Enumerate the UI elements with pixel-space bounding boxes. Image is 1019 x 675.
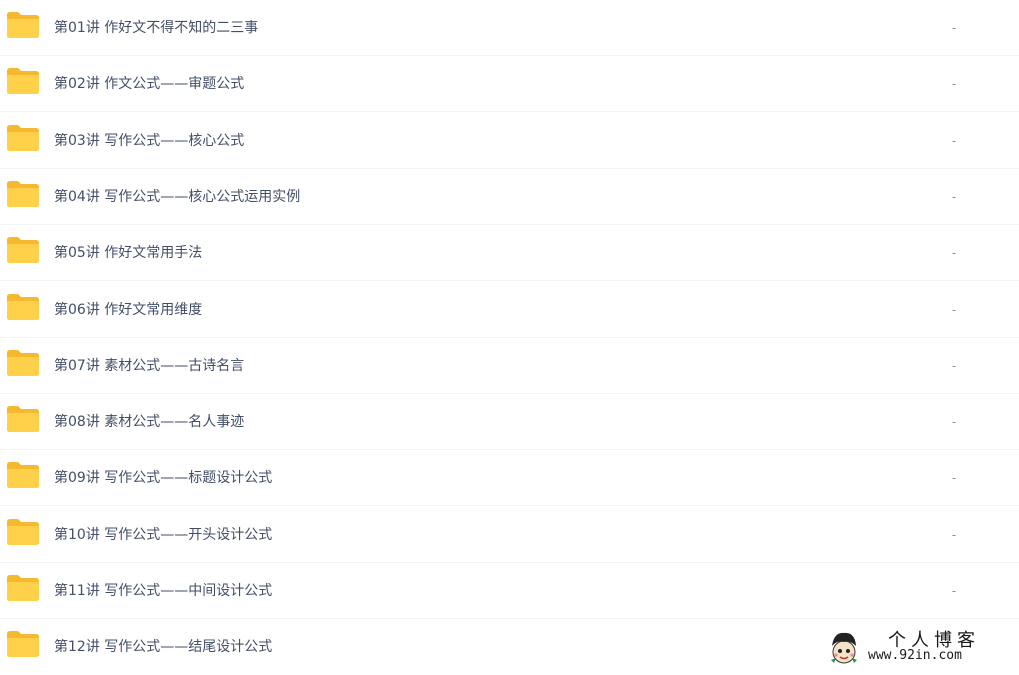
folder-icon xyxy=(7,68,39,94)
file-name[interactable]: 第02讲 作文公式——审题公式 xyxy=(54,56,244,112)
file-name[interactable]: 第01讲 作好文不得不知的二三事 xyxy=(54,0,258,56)
folder-icon xyxy=(7,631,39,657)
file-name[interactable]: 第09讲 写作公式——标题设计公式 xyxy=(54,450,272,506)
file-name[interactable]: 第08讲 素材公式——名人事迹 xyxy=(54,394,244,450)
mascot-icon xyxy=(828,630,860,664)
file-name[interactable]: 第10讲 写作公式——开头设计公式 xyxy=(54,507,272,563)
file-size: - xyxy=(951,528,957,542)
folder-icon xyxy=(7,294,39,320)
file-name[interactable]: 第06讲 作好文常用维度 xyxy=(54,282,202,338)
file-size: - xyxy=(951,21,957,35)
file-name[interactable]: 第05讲 作好文常用手法 xyxy=(54,225,202,281)
list-item[interactable]: 第07讲 素材公式——古诗名言 - xyxy=(0,338,1019,394)
list-item[interactable]: 第05讲 作好文常用手法 - xyxy=(0,225,1019,281)
file-name[interactable]: 第11讲 写作公式——中间设计公式 xyxy=(54,563,272,619)
file-size: - xyxy=(951,471,957,485)
list-item[interactable]: 第10讲 写作公式——开头设计公式 - xyxy=(0,507,1019,563)
file-name[interactable]: 第12讲 写作公式——结尾设计公式 xyxy=(54,619,272,675)
file-size: - xyxy=(951,359,957,373)
file-name[interactable]: 第07讲 素材公式——古诗名言 xyxy=(54,338,244,394)
folder-icon xyxy=(7,125,39,151)
file-size: - xyxy=(951,303,957,317)
list-item[interactable]: 第09讲 写作公式——标题设计公式 - xyxy=(0,450,1019,506)
folder-icon xyxy=(7,519,39,545)
file-name[interactable]: 第04讲 写作公式——核心公式运用实例 xyxy=(54,169,300,225)
list-item[interactable]: 第04讲 写作公式——核心公式运用实例 - xyxy=(0,169,1019,225)
file-name[interactable]: 第03讲 写作公式——核心公式 xyxy=(54,113,244,169)
list-item[interactable]: 第08讲 素材公式——名人事迹 - xyxy=(0,394,1019,450)
file-size: - xyxy=(951,134,957,148)
folder-icon xyxy=(7,406,39,432)
watermark-url: www.92in.com xyxy=(868,648,962,663)
file-size: - xyxy=(951,77,957,91)
folder-icon xyxy=(7,575,39,601)
folder-icon xyxy=(7,462,39,488)
file-size: - xyxy=(951,246,957,260)
folder-icon xyxy=(7,12,39,38)
list-item[interactable]: 第02讲 作文公式——审题公式 - xyxy=(0,56,1019,112)
watermark: 个人博客 www.92in.com xyxy=(826,626,1016,668)
file-size: - xyxy=(951,584,957,598)
folder-icon xyxy=(7,237,39,263)
list-item[interactable]: 第06讲 作好文常用维度 - xyxy=(0,282,1019,338)
list-item[interactable]: 第03讲 写作公式——核心公式 - xyxy=(0,113,1019,169)
file-size: - xyxy=(951,415,957,429)
list-item[interactable]: 第01讲 作好文不得不知的二三事 - xyxy=(0,0,1019,56)
list-item[interactable]: 第11讲 写作公式——中间设计公式 - xyxy=(0,563,1019,619)
folder-icon xyxy=(7,181,39,207)
folder-icon xyxy=(7,350,39,376)
file-size: - xyxy=(951,190,957,204)
file-list: 第01讲 作好文不得不知的二三事 - 第02讲 作文公式——审题公式 - 第03… xyxy=(0,0,1019,669)
